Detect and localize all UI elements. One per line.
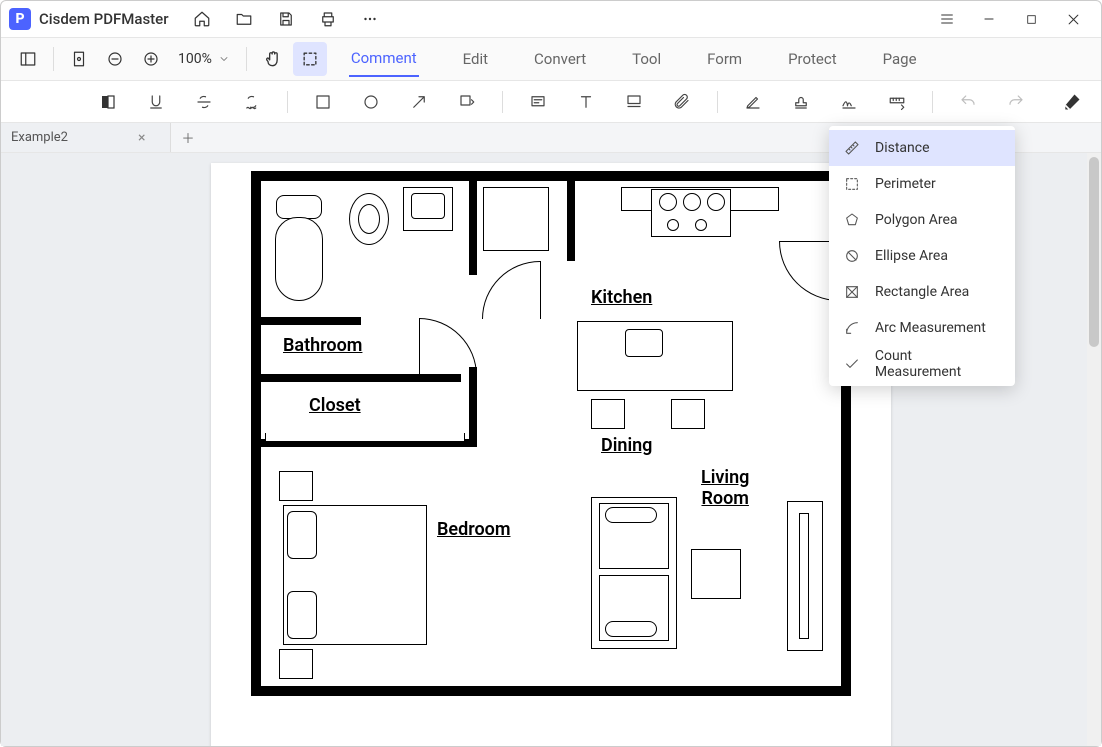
sidebar-toggle-button[interactable] bbox=[11, 42, 45, 76]
measure-perimeter-item[interactable]: Perimeter bbox=[829, 166, 1015, 202]
item-label: Ellipse Area bbox=[875, 248, 948, 264]
comment-toolbar bbox=[1, 81, 1101, 123]
document-tab[interactable]: Example2 × bbox=[1, 123, 171, 152]
undo-button[interactable] bbox=[951, 87, 985, 117]
underline-tool-icon[interactable] bbox=[139, 87, 173, 117]
main-tabs: Comment Edit Convert Tool Form Protect P… bbox=[339, 41, 1091, 77]
ruler-icon bbox=[843, 139, 861, 157]
hand-tool-button[interactable] bbox=[255, 42, 291, 76]
print-button[interactable] bbox=[311, 4, 345, 34]
item-label: Count Measurement bbox=[875, 348, 1001, 380]
pdf-page: Bathroom Closet Kitchen Dining Bedroom L… bbox=[211, 163, 891, 746]
hamburger-menu-button[interactable] bbox=[927, 4, 967, 34]
pencil-tool-icon[interactable] bbox=[736, 87, 770, 117]
item-label: Arc Measurement bbox=[875, 320, 986, 336]
more-shapes-icon[interactable] bbox=[450, 87, 484, 117]
eraser-tool-icon[interactable] bbox=[1055, 87, 1089, 117]
strikethrough-tool-icon[interactable] bbox=[187, 87, 221, 117]
close-button[interactable] bbox=[1053, 4, 1093, 34]
item-label: Polygon Area bbox=[875, 212, 958, 228]
measure-ellipse-area-item[interactable]: Ellipse Area bbox=[829, 238, 1015, 274]
measure-arc-item[interactable]: Arc Measurement bbox=[829, 310, 1015, 346]
maximize-button[interactable] bbox=[1011, 4, 1051, 34]
item-label: Perimeter bbox=[875, 176, 936, 192]
ellipse-icon bbox=[843, 247, 861, 265]
label-bedroom: Bedroom bbox=[437, 519, 510, 540]
tab-protect[interactable]: Protect bbox=[786, 42, 839, 76]
squiggly-tool-icon[interactable] bbox=[235, 87, 269, 117]
arc-icon bbox=[843, 319, 861, 337]
label-living-room: LivingRoom bbox=[701, 467, 749, 509]
label-kitchen: Kitchen bbox=[591, 287, 652, 308]
app-title: Cisdem PDFMaster bbox=[39, 10, 169, 28]
document-tab-label: Example2 bbox=[11, 130, 68, 145]
polygon-icon bbox=[843, 211, 861, 229]
primary-toolbar: 100% Comment Edit Convert Tool Form Prot… bbox=[1, 37, 1101, 81]
item-label: Rectangle Area bbox=[875, 284, 969, 300]
rectangle-shape-icon[interactable] bbox=[306, 87, 340, 117]
item-label: Distance bbox=[875, 140, 930, 156]
label-bathroom: Bathroom bbox=[283, 335, 362, 356]
more-button[interactable] bbox=[353, 4, 387, 34]
measure-count-item[interactable]: Count Measurement bbox=[829, 346, 1015, 382]
rect-area-icon bbox=[843, 283, 861, 301]
tab-page[interactable]: Page bbox=[881, 42, 919, 76]
floor-plan: Bathroom Closet Kitchen Dining Bedroom L… bbox=[251, 171, 851, 696]
arrow-shape-icon[interactable] bbox=[402, 87, 436, 117]
tab-tool[interactable]: Tool bbox=[630, 42, 663, 76]
check-icon bbox=[843, 355, 861, 373]
app-window: P Cisdem PDFMaster bbox=[0, 0, 1102, 747]
stamp-tool-icon[interactable] bbox=[784, 87, 818, 117]
measure-tool-icon[interactable] bbox=[880, 87, 914, 117]
measure-rectangle-area-item[interactable]: Rectangle Area bbox=[829, 274, 1015, 310]
attachment-tool-icon[interactable] bbox=[665, 87, 699, 117]
measure-dropdown: Distance Perimeter Polygon Area Ellipse … bbox=[829, 126, 1015, 386]
zoom-out-button[interactable] bbox=[98, 42, 132, 76]
zoom-label: 100% bbox=[178, 51, 212, 67]
label-closet: Closet bbox=[309, 395, 361, 416]
open-button[interactable] bbox=[227, 4, 261, 34]
measure-distance-item[interactable]: Distance bbox=[829, 130, 1015, 166]
tab-comment[interactable]: Comment bbox=[349, 41, 419, 77]
save-button[interactable] bbox=[269, 4, 303, 34]
close-tab-icon[interactable]: × bbox=[138, 130, 145, 146]
zoom-level[interactable]: 100% bbox=[170, 51, 238, 67]
perimeter-icon bbox=[843, 175, 861, 193]
new-tab-button[interactable]: ＋ bbox=[171, 123, 205, 152]
scrollbar-thumb[interactable] bbox=[1089, 157, 1099, 347]
highlight-tool-icon[interactable] bbox=[91, 87, 125, 117]
minimize-button[interactable] bbox=[969, 4, 1009, 34]
tab-form[interactable]: Form bbox=[705, 42, 744, 76]
measure-polygon-area-item[interactable]: Polygon Area bbox=[829, 202, 1015, 238]
signature-tool-icon[interactable] bbox=[832, 87, 866, 117]
text-tool-icon[interactable] bbox=[569, 87, 603, 117]
zoom-in-button[interactable] bbox=[134, 42, 168, 76]
app-brand-icon: P bbox=[9, 8, 31, 30]
redo-button[interactable] bbox=[999, 87, 1033, 117]
tab-edit[interactable]: Edit bbox=[461, 42, 490, 76]
home-button[interactable] bbox=[185, 4, 219, 34]
page-fit-button[interactable] bbox=[62, 42, 96, 76]
vertical-scrollbar[interactable] bbox=[1087, 153, 1101, 746]
label-dining: Dining bbox=[601, 435, 652, 456]
window-controls bbox=[927, 4, 1093, 34]
tab-convert[interactable]: Convert bbox=[532, 42, 588, 76]
title-bar: P Cisdem PDFMaster bbox=[1, 1, 1101, 37]
callout-tool-icon[interactable] bbox=[617, 87, 651, 117]
select-tool-button[interactable] bbox=[293, 42, 327, 76]
note-tool-icon[interactable] bbox=[521, 87, 555, 117]
circle-shape-icon[interactable] bbox=[354, 87, 388, 117]
